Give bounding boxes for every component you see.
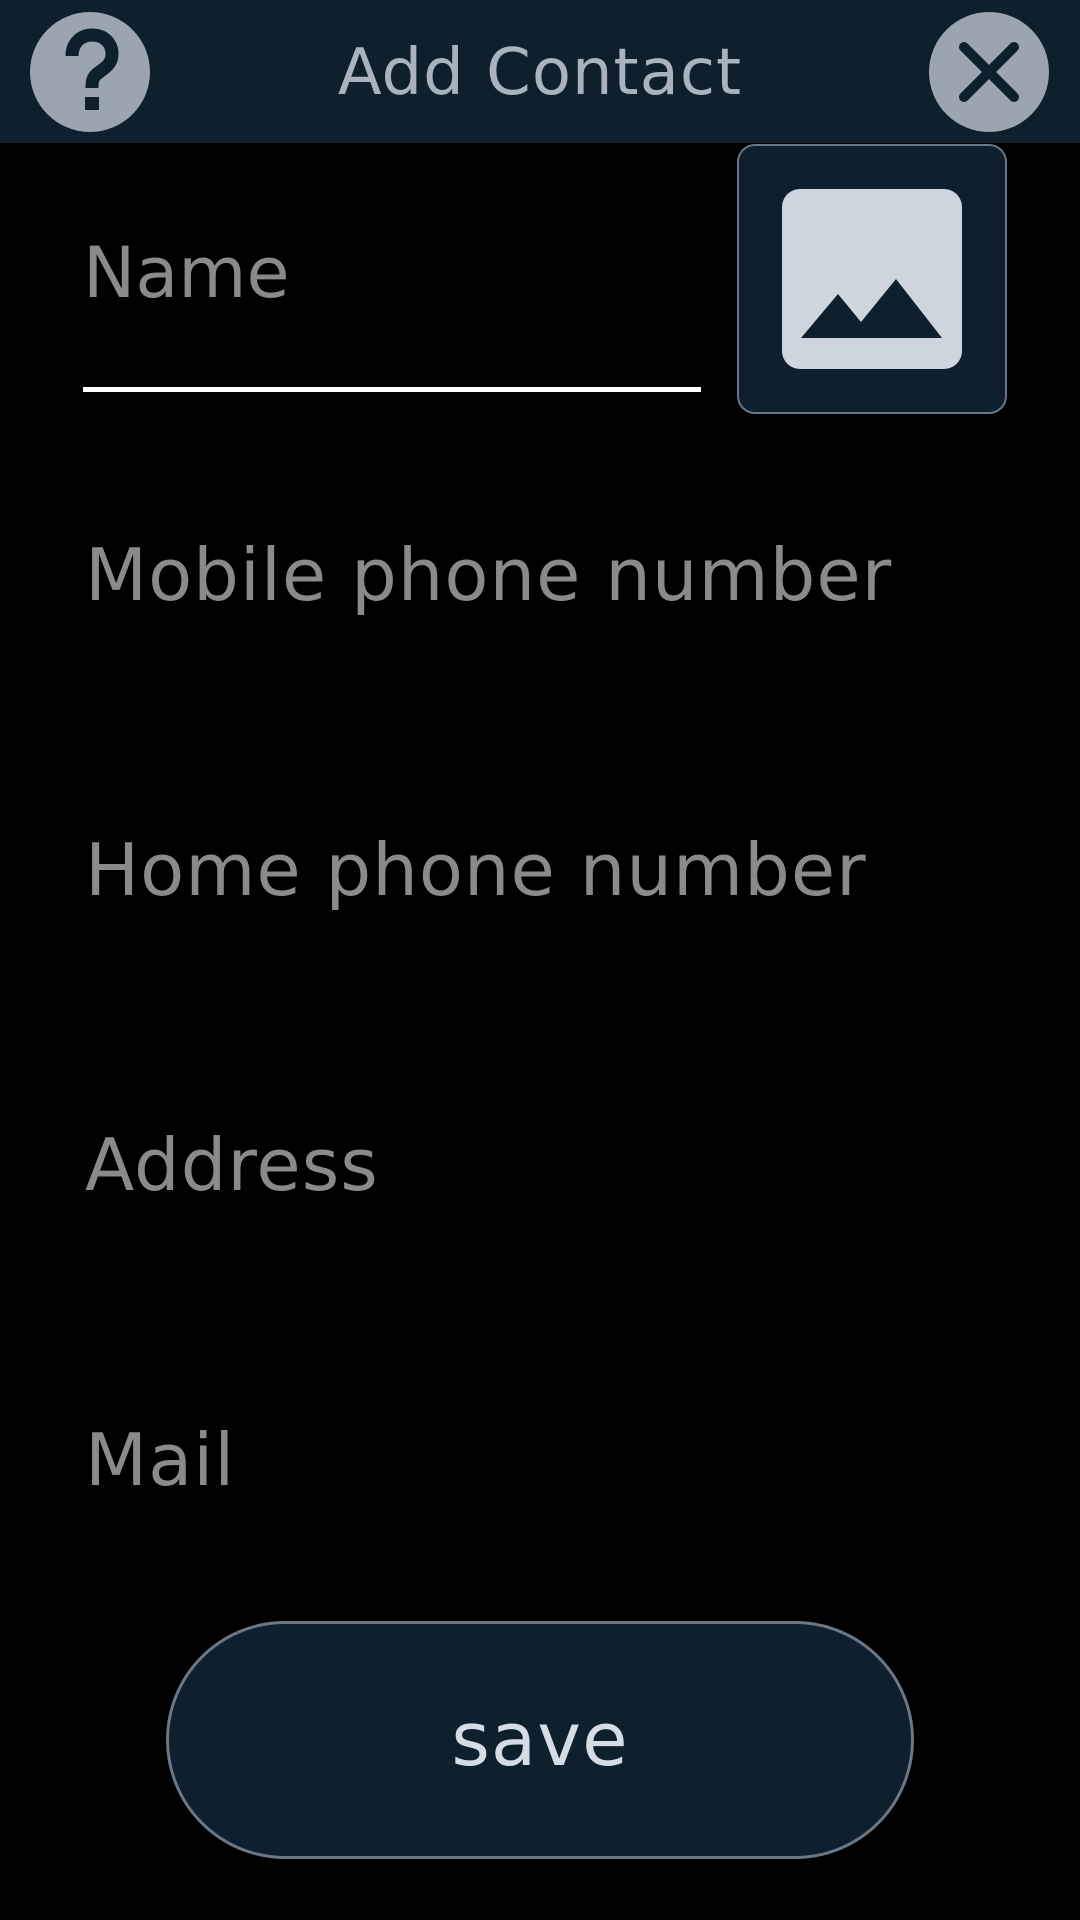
home-phone-field[interactable]: Home phone number xyxy=(85,815,985,925)
contact-photo-button[interactable] xyxy=(737,144,1007,414)
close-button[interactable] xyxy=(929,12,1049,132)
header-bar: Add Contact xyxy=(0,0,1080,143)
mobile-phone-field[interactable]: Mobile phone number xyxy=(85,520,985,630)
page-title: Add Contact xyxy=(337,36,743,110)
mail-field[interactable]: Mail xyxy=(85,1405,985,1515)
save-button[interactable]: save xyxy=(166,1621,914,1859)
name-input[interactable] xyxy=(83,218,701,328)
image-placeholder-icon xyxy=(782,189,962,369)
name-underline xyxy=(83,387,701,392)
help-button[interactable] xyxy=(30,12,150,132)
close-x-icon xyxy=(959,42,1019,102)
address-field[interactable]: Address xyxy=(85,1110,985,1220)
question-mark-icon xyxy=(65,28,119,110)
name-field[interactable] xyxy=(83,218,701,394)
add-contact-screen: Add Contact Mobile phone number Home pho… xyxy=(0,0,1080,1920)
